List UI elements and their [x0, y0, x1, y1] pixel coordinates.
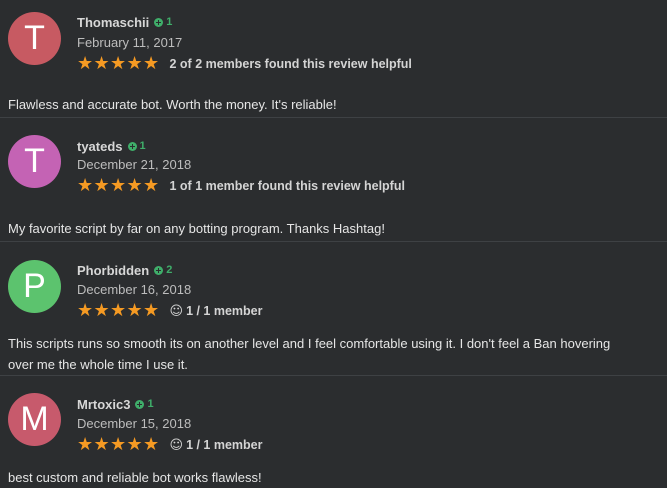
review-body-line: over me the whole time I use it. — [8, 357, 188, 372]
username-link[interactable]: tyateds — [77, 139, 123, 154]
star-icon: ★ — [110, 53, 127, 74]
review-item: T Thomaschii 1 February 11, 2017 ★ ★ ★ ★… — [0, 0, 667, 118]
star-rating: ★ ★ ★ ★ ★ — [77, 436, 160, 454]
star-icon: ★ — [143, 434, 160, 455]
author-line: Thomaschii 1 — [77, 12, 172, 32]
star-rating: ★ ★ ★ ★ ★ — [77, 55, 160, 73]
reputation-count: 2 — [166, 264, 173, 276]
helpful-text: 1 of 1 member found this review helpful — [169, 179, 405, 193]
reaction-count: 1 / 1 member — [186, 304, 263, 318]
reputation-count: 1 — [139, 140, 146, 152]
star-icon: ★ — [77, 434, 94, 455]
reaction-count: 1 / 1 member — [186, 438, 263, 452]
review-body: My favorite script by far on any botting… — [8, 221, 385, 236]
author-line: Phorbidden 2 — [77, 260, 172, 280]
username-link[interactable]: Mrtoxic3 — [77, 397, 130, 412]
rating-line: ★ ★ ★ ★ ★ ☺ 1 / 1 member — [77, 301, 263, 321]
star-icon: ★ — [93, 53, 110, 74]
star-icon: ★ — [143, 53, 160, 74]
star-icon: ★ — [93, 175, 110, 196]
reputation-count: 1 — [147, 398, 154, 410]
rating-line: ★ ★ ★ ★ ★ ☺ 1 / 1 member — [77, 435, 263, 455]
plus-circle-icon — [154, 17, 164, 27]
star-icon: ★ — [77, 175, 94, 196]
review-item: T tyateds 1 December 21, 2018 ★ ★ ★ ★ ★ … — [0, 118, 667, 242]
review-date: December 16, 2018 — [77, 282, 192, 297]
rating-line: ★ ★ ★ ★ ★ 1 of 1 member found this revie… — [77, 176, 405, 196]
star-icon: ★ — [110, 434, 127, 455]
review-body: Flawless and accurate bot. Worth the mon… — [8, 97, 337, 112]
star-icon: ★ — [93, 300, 110, 321]
username-link[interactable]: Thomaschii — [77, 15, 149, 30]
star-icon: ★ — [143, 300, 160, 321]
helpful-text: 2 of 2 members found this review helpful — [169, 57, 412, 71]
star-icon: ★ — [93, 434, 110, 455]
star-icon: ★ — [110, 175, 127, 196]
star-icon: ★ — [77, 53, 94, 74]
review-date: February 11, 2017 — [77, 35, 183, 50]
review-body: best custom and reliable bot works flawl… — [8, 470, 262, 485]
star-icon: ★ — [126, 175, 143, 196]
review-date: December 21, 2018 — [77, 157, 192, 172]
author-line: tyateds 1 — [77, 136, 146, 156]
review-item: P Phorbidden 2 December 16, 2018 ★ ★ ★ ★… — [0, 242, 667, 376]
avatar[interactable]: T — [8, 135, 61, 188]
author-line: Mrtoxic3 1 — [77, 394, 154, 414]
username-link[interactable]: Phorbidden — [77, 263, 149, 278]
plus-circle-icon — [127, 141, 137, 151]
avatar[interactable]: M — [8, 393, 61, 446]
rating-line: ★ ★ ★ ★ ★ 2 of 2 members found this revi… — [77, 54, 412, 74]
smile-icon[interactable]: ☺ — [170, 304, 184, 319]
star-rating: ★ ★ ★ ★ ★ — [77, 302, 160, 320]
review-body-line: This scripts runs so smooth its on anoth… — [8, 336, 611, 351]
plus-circle-icon — [135, 399, 145, 409]
star-icon: ★ — [126, 53, 143, 74]
star-icon: ★ — [77, 300, 94, 321]
review-body: This scripts runs so smooth its on anoth… — [8, 333, 628, 375]
star-icon: ★ — [126, 300, 143, 321]
plus-circle-icon — [154, 265, 164, 275]
avatar[interactable]: T — [8, 12, 61, 65]
star-icon: ★ — [110, 300, 127, 321]
reputation-count: 1 — [166, 16, 173, 28]
smile-icon[interactable]: ☺ — [170, 438, 184, 453]
avatar[interactable]: P — [8, 260, 61, 313]
review-date: December 15, 2018 — [77, 416, 192, 431]
review-item: M Mrtoxic3 1 December 15, 2018 ★ ★ ★ ★ ★… — [0, 376, 667, 485]
star-icon: ★ — [126, 434, 143, 455]
star-rating: ★ ★ ★ ★ ★ — [77, 177, 160, 195]
star-icon: ★ — [143, 175, 160, 196]
